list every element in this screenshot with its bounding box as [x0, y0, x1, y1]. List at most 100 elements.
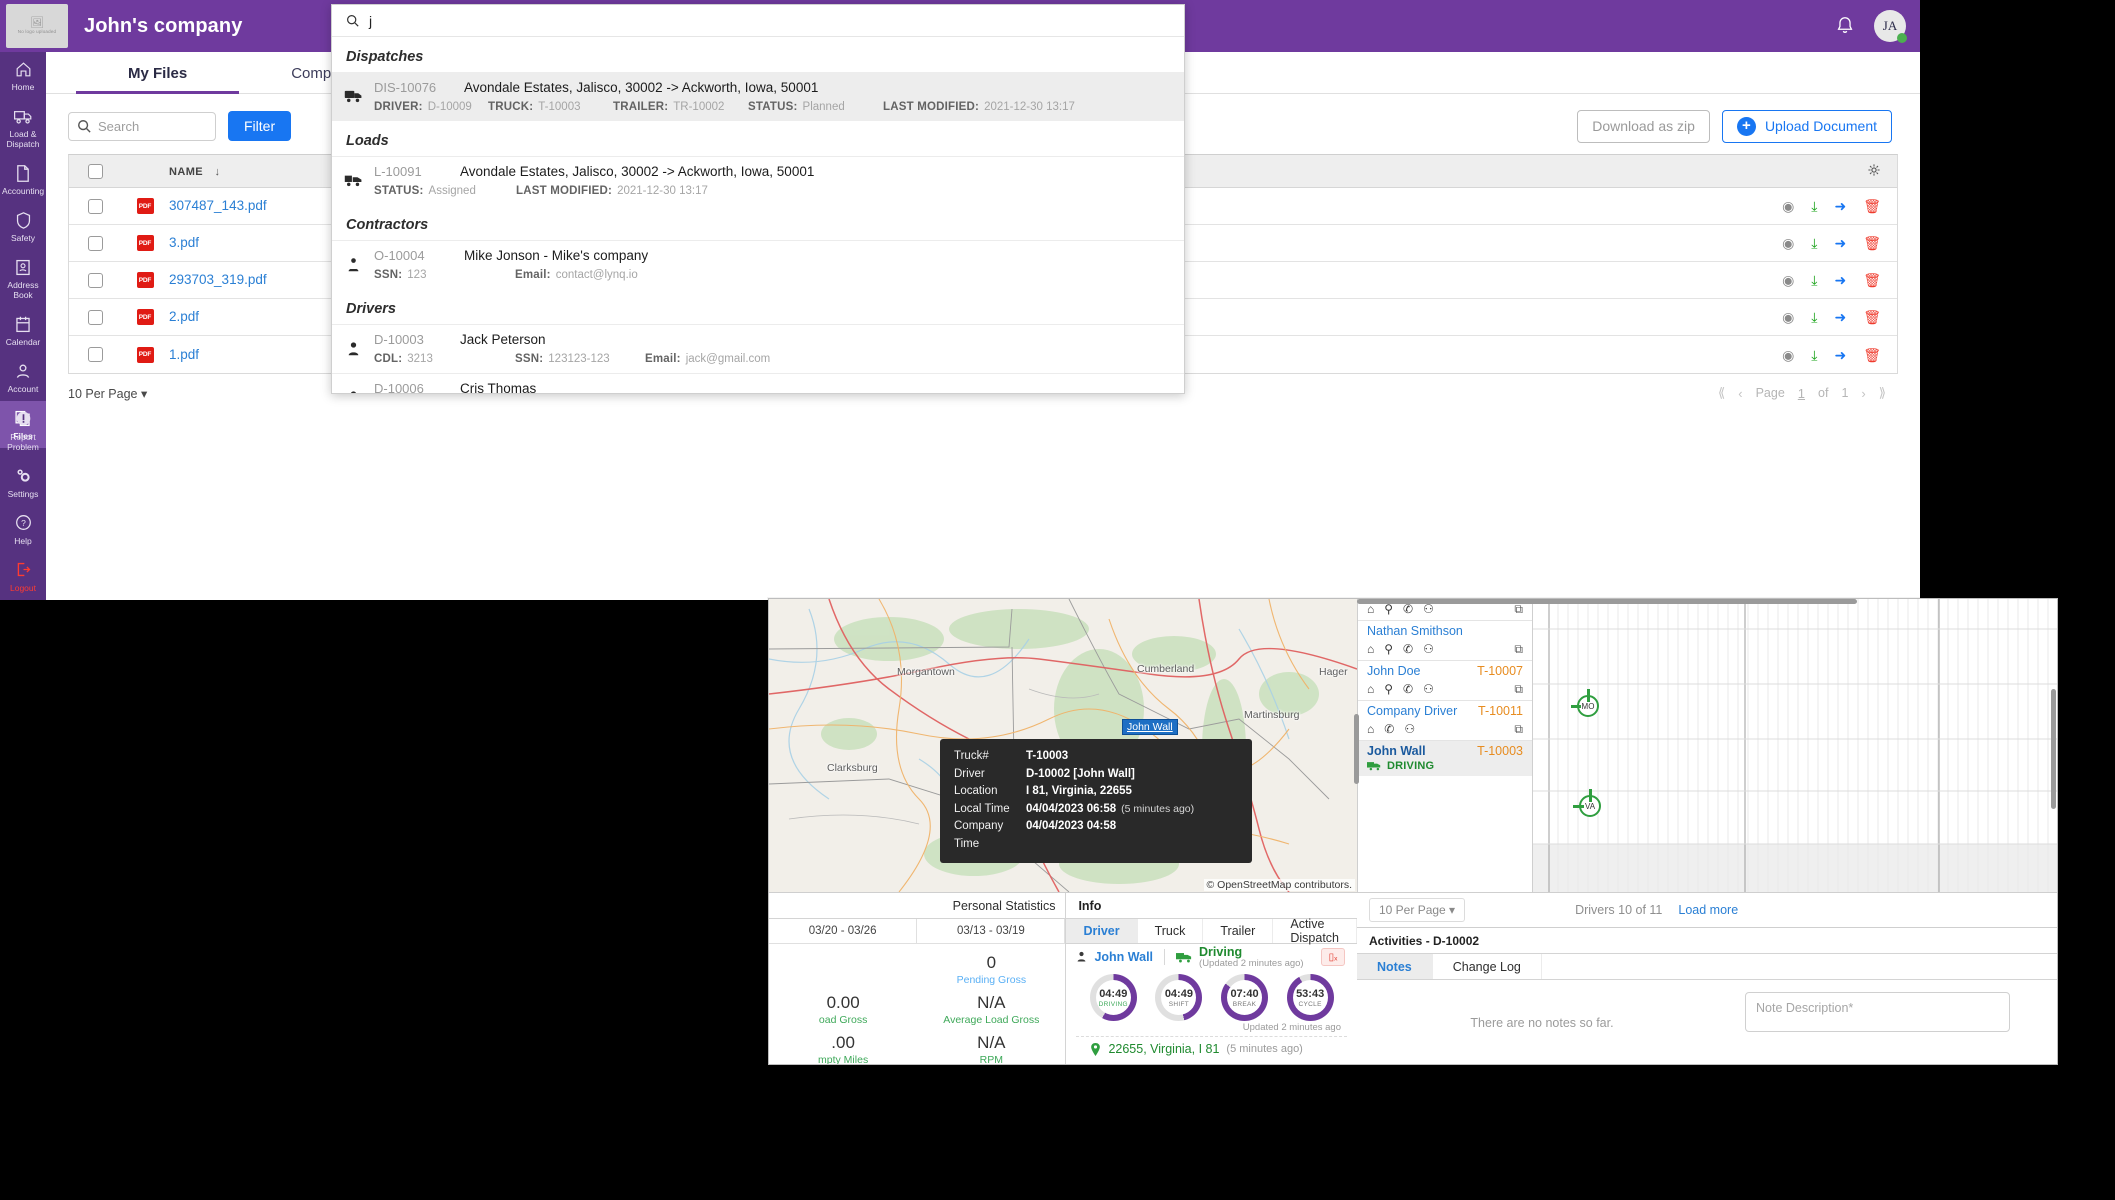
driver-name[interactable]: Company Driver	[1367, 704, 1457, 718]
people-icon[interactable]: ⚇	[1423, 643, 1434, 655]
next-page-button[interactable]: ›	[1861, 386, 1865, 401]
pin-icon[interactable]: ⚲	[1384, 643, 1393, 655]
home-icon[interactable]: ⌂	[1367, 723, 1374, 735]
notes-scrollbar[interactable]	[2051, 689, 2056, 809]
search-result-load[interactable]: L-10091 Avondale Estates, Jalisco, 30002…	[332, 156, 1184, 205]
download-icon[interactable]: ⤓	[1811, 236, 1817, 250]
select-all-checkbox[interactable]	[87, 163, 103, 179]
tab-notes[interactable]: Notes	[1357, 954, 1433, 979]
move-icon[interactable]: ➜	[1834, 199, 1846, 213]
sidebar-item-load-dispatch[interactable]: Load & Dispatch	[0, 99, 46, 156]
phone-icon[interactable]: ✆	[1403, 643, 1413, 655]
copy-icon[interactable]: ⧉	[1514, 603, 1523, 615]
search-result-dispatch[interactable]: DIS-10076 Avondale Estates, Jalisco, 300…	[332, 72, 1184, 121]
sidebar-item-calendar[interactable]: Calendar	[0, 307, 46, 354]
delete-icon[interactable]: 🗑	[1863, 348, 1881, 362]
timeline-marker-mo[interactable]: MO	[1571, 689, 1599, 717]
people-icon[interactable]: ⚇	[1423, 603, 1434, 615]
drivers-per-page-selector[interactable]: 10 Per Page ▾	[1369, 898, 1466, 922]
stats-scrollbar[interactable]	[1354, 714, 1359, 784]
home-icon[interactable]: ⌂	[1367, 683, 1374, 695]
eld-disconnect-icon[interactable]: ▯ₓ	[1321, 948, 1345, 966]
driver-name[interactable]: John Doe	[1367, 664, 1421, 678]
delete-icon[interactable]: 🗑	[1863, 236, 1881, 250]
sidebar-item-accounting[interactable]: Accounting	[0, 156, 46, 203]
view-icon[interactable]: ◉	[1782, 273, 1794, 287]
tab-trailer[interactable]: Trailer	[1203, 919, 1274, 943]
timeline-marker-va[interactable]: VA	[1573, 789, 1601, 817]
row-checkbox[interactable]	[87, 272, 103, 288]
pin-icon[interactable]: ⚲	[1384, 603, 1393, 615]
driver-row[interactable]: Nathan Smithson ⌂ ⚲ ✆ ⚇ ⧉	[1358, 621, 1532, 661]
sidebar-item-settings[interactable]: Settings	[0, 459, 46, 506]
timeline-horizontal-scrollbar[interactable]	[1357, 599, 1857, 604]
tab-personal-statistics[interactable]: Personal Statistics	[769, 893, 1065, 918]
download-as-zip-button[interactable]: Download as zip	[1577, 109, 1710, 143]
week-tab[interactable]: 03/13 - 03/19	[917, 919, 1066, 943]
driver-row[interactable]: John Doe T-10007 ⌂ ⚲ ✆ ⚇ ⧉	[1358, 661, 1532, 701]
filter-button[interactable]: Filter	[228, 111, 292, 141]
driver-name[interactable]: Nathan Smithson	[1367, 624, 1463, 638]
phone-icon[interactable]: ✆	[1403, 683, 1413, 695]
file-name-link[interactable]: 307487_143.pdf	[169, 198, 267, 213]
home-icon[interactable]: ⌂	[1367, 603, 1374, 615]
search-result-contractor[interactable]: O-10004 Mike Jonson - Mike's company SSN…	[332, 240, 1184, 289]
map-driver-pin-label[interactable]: John Wall	[1122, 719, 1178, 735]
gear-icon[interactable]	[1867, 163, 1881, 180]
tab-truck[interactable]: Truck	[1138, 919, 1204, 943]
view-icon[interactable]: ◉	[1782, 348, 1794, 362]
driver-row[interactable]: Company Driver T-10011 ⌂ ✆ ⚇ ⧉	[1358, 701, 1532, 741]
download-icon[interactable]: ⤓	[1811, 273, 1817, 287]
search-result-driver[interactable]: D-10003 Jack Peterson CDL: 3213 SSN: 12312…	[332, 324, 1184, 373]
file-name-link[interactable]: 3.pdf	[169, 235, 199, 250]
driver-name[interactable]: John Wall	[1367, 744, 1426, 758]
driver-row-selected[interactable]: John Wall T-10003 DRIVING	[1358, 741, 1532, 776]
driver-name[interactable]: John Wall	[1094, 950, 1153, 964]
view-icon[interactable]: ◉	[1782, 236, 1794, 250]
search-input[interactable]: Search	[68, 111, 216, 141]
people-icon[interactable]: ⚇	[1404, 723, 1415, 735]
home-icon[interactable]: ⌂	[1367, 643, 1374, 655]
phone-icon[interactable]: ✆	[1403, 603, 1413, 615]
sidebar-item-logout[interactable]: Logout	[0, 553, 46, 600]
tab-driver[interactable]: Driver	[1066, 919, 1138, 943]
copy-icon[interactable]: ⧉	[1514, 683, 1523, 695]
file-name-link[interactable]: 1.pdf	[169, 347, 199, 362]
load-more-button[interactable]: Load more	[1678, 903, 1738, 917]
file-name-link[interactable]: 2.pdf	[169, 309, 199, 324]
current-page[interactable]: 1	[1798, 386, 1805, 401]
move-icon[interactable]: ➜	[1834, 273, 1846, 287]
sidebar-item-help[interactable]: ? Help	[0, 506, 46, 553]
prev-page-button[interactable]: ‹	[1738, 386, 1742, 401]
tab-my-files[interactable]: My Files	[76, 65, 240, 94]
avatar[interactable]: JA	[1874, 10, 1907, 43]
sidebar-item-address-book[interactable]: Address Book	[0, 250, 46, 307]
row-checkbox[interactable]	[87, 309, 103, 325]
download-icon[interactable]: ⤓	[1811, 310, 1817, 324]
phone-icon[interactable]: ✆	[1384, 723, 1394, 735]
download-icon[interactable]: ⤓	[1811, 199, 1817, 213]
sidebar-item-home[interactable]: Home	[0, 52, 46, 99]
notification-bell-icon[interactable]	[1834, 15, 1856, 37]
per-page-selector[interactable]: 10 Per Page ▾	[68, 386, 147, 401]
global-search-input[interactable]: j	[332, 5, 1184, 37]
people-icon[interactable]: ⚇	[1423, 683, 1434, 695]
sidebar-item-report-problem[interactable]: Report Problem	[0, 402, 46, 459]
first-page-button[interactable]: ⟪	[1718, 385, 1725, 401]
pin-icon[interactable]: ⚲	[1384, 683, 1393, 695]
move-icon[interactable]: ➜	[1834, 236, 1846, 250]
upload-document-button[interactable]: + Upload Document	[1721, 109, 1892, 143]
download-icon[interactable]: ⤓	[1811, 348, 1817, 362]
row-checkbox[interactable]	[87, 235, 103, 251]
copy-icon[interactable]: ⧉	[1514, 723, 1523, 735]
note-description-input[interactable]: Note Description*	[1745, 992, 2010, 1032]
sidebar-item-account[interactable]: Account	[0, 354, 46, 401]
row-checkbox[interactable]	[87, 198, 103, 214]
delete-icon[interactable]: 🗑	[1863, 199, 1881, 213]
move-icon[interactable]: ➜	[1834, 310, 1846, 324]
move-icon[interactable]: ➜	[1834, 348, 1846, 362]
dispatch-timeline[interactable]: MO VA	[1533, 599, 2057, 892]
map[interactable]: Morgantown Cumberland Hager Martinsburg …	[769, 599, 1357, 892]
last-page-button[interactable]: ⟫	[1879, 385, 1886, 401]
delete-icon[interactable]: 🗑	[1863, 310, 1881, 324]
